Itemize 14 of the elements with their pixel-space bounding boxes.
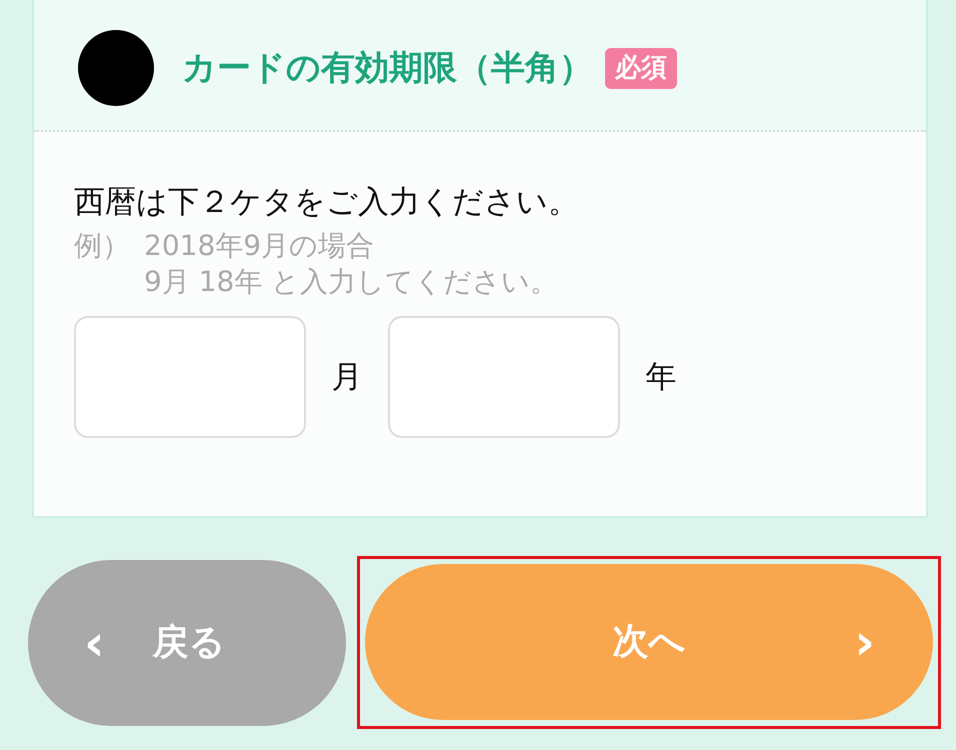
- back-button[interactable]: ‹ 戻る: [28, 560, 346, 726]
- unit-label: 年: [644, 358, 678, 397]
- section-title: カードの有効期限（半角）: [182, 46, 593, 90]
- chevron-right-icon: ›: [854, 617, 875, 667]
- input-field[interactable]: [388, 316, 620, 438]
- example-text: 2018年9月の場合: [144, 228, 376, 264]
- unit-label: 月: [330, 358, 364, 397]
- example-label: 例）: [74, 228, 130, 264]
- next-button[interactable]: 次へ ›: [365, 564, 933, 720]
- required-badge: 必須: [605, 48, 677, 88]
- chevron-left-icon: ‹: [84, 618, 105, 668]
- instruction-text: 西暦は下２ケタをご入力ください。: [74, 183, 580, 222]
- input-field[interactable]: [74, 316, 306, 438]
- example-text: 9月 18年 と入力してください。: [144, 264, 558, 300]
